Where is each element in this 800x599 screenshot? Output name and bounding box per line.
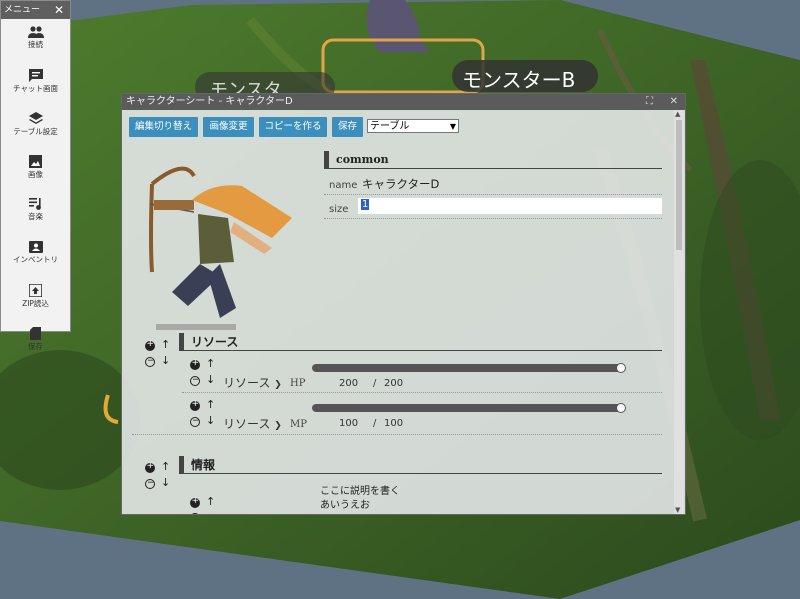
resource-current[interactable]: 200 <box>339 378 358 389</box>
menu-item-label: 保存 <box>28 342 43 351</box>
resource-type-label: リソース <box>223 417 271 431</box>
zip-upload-icon <box>29 284 42 297</box>
mp-slider-knob[interactable] <box>616 403 626 413</box>
resource-separator: / <box>373 378 377 389</box>
resource-type-select[interactable]: リソース ❯ <box>223 374 282 391</box>
move-up-icon[interactable]: ↑ <box>206 398 215 411</box>
move-up-icon[interactable]: ↑ <box>206 357 215 370</box>
menu-item-image[interactable]: 画像 <box>1 155 70 191</box>
section-heading-common: common <box>324 151 662 169</box>
section-heading-resources: リソース <box>179 333 662 351</box>
dialog-title: キャラクターシート - キャラクターD <box>126 96 293 107</box>
side-menu: メニュー ✕ 接続 チャット画面 テーブル設定 画像 音楽 インベントリ ZIP… <box>0 0 71 351</box>
token-label-monster: モンスターB <box>462 68 576 92</box>
menu-item-music[interactable]: 音楽 <box>1 198 70 234</box>
menu-item-zip-load[interactable]: ZIP読込 <box>1 284 70 320</box>
info-line-1[interactable]: ここに説明を書く <box>320 482 400 497</box>
size-input[interactable]: 1 <box>358 198 662 214</box>
menu-item-chat[interactable]: チャット画面 <box>1 69 70 105</box>
move-up-icon[interactable]: ↑ <box>161 460 170 473</box>
chat-icon <box>28 69 43 82</box>
size-label: size <box>329 204 349 215</box>
inventory-icon <box>28 241 43 253</box>
maximize-icon[interactable]: ⛶ <box>646 94 653 110</box>
scroll-up-icon[interactable]: ▲ <box>675 110 680 118</box>
divider <box>182 392 662 393</box>
close-icon[interactable]: ✕ <box>54 1 64 19</box>
move-down-icon[interactable]: ↓ <box>161 354 170 367</box>
remove-row-icon[interactable] <box>190 375 200 386</box>
dialog-titlebar[interactable]: キャラクターシート - キャラクターD ⛶ ✕ <box>122 94 685 110</box>
mp-slider[interactable] <box>312 404 622 412</box>
name-value[interactable]: キャラクターD <box>362 176 439 192</box>
hp-slider-knob[interactable] <box>616 363 626 373</box>
menu-item-label: 画像 <box>28 170 43 179</box>
menu-item-label: テーブル設定 <box>13 127 58 136</box>
move-down-icon[interactable]: ↓ <box>161 476 170 489</box>
scrollbar[interactable]: ▲ ▼ <box>674 110 684 514</box>
add-row-icon[interactable] <box>190 399 200 411</box>
remove-row-icon[interactable] <box>190 416 200 427</box>
remove-section-icon[interactable] <box>145 478 155 489</box>
hp-slider[interactable] <box>312 364 622 372</box>
chevron-down-icon: ❯ <box>274 421 282 431</box>
size-value: 1 <box>361 199 370 210</box>
save-icon <box>30 327 41 340</box>
menu-title: メニュー <box>4 5 41 15</box>
menu-item-label: 接続 <box>28 40 43 49</box>
menu-item-table-settings[interactable]: テーブル設定 <box>1 112 70 148</box>
resource-current[interactable]: 100 <box>339 418 358 429</box>
add-row-icon[interactable] <box>190 358 200 370</box>
menu-item-label: チャット画面 <box>13 84 58 93</box>
table-select[interactable]: テーブル ▼ <box>367 119 459 133</box>
remove-section-icon[interactable] <box>145 356 155 367</box>
image-icon <box>29 155 42 168</box>
menu-item-inventory[interactable]: インベントリ <box>1 241 70 277</box>
resource-type-select[interactable]: リソース ❯ <box>223 415 282 432</box>
resource-max[interactable]: 200 <box>384 378 403 389</box>
menu-item-connect[interactable]: 接続 <box>1 26 70 62</box>
menu-item-label: 音楽 <box>28 212 43 221</box>
add-section-icon[interactable] <box>145 461 155 473</box>
section-heading-info: 情報 <box>179 456 662 474</box>
music-icon <box>28 198 41 210</box>
menu-item-label: ZIP読込 <box>22 299 49 308</box>
divider <box>132 434 662 435</box>
name-label: name <box>329 180 358 191</box>
layers-icon <box>28 112 43 124</box>
add-row-icon[interactable] <box>190 496 200 508</box>
divider <box>324 194 662 195</box>
menu-header[interactable]: メニュー ✕ <box>1 1 70 19</box>
people-icon <box>27 26 44 38</box>
info-line-2[interactable]: あいうえお <box>320 496 370 511</box>
move-up-icon[interactable]: ↑ <box>161 338 170 351</box>
chevron-down-icon: ❯ <box>274 380 282 390</box>
resource-type-label: リソース <box>223 376 271 390</box>
scroll-down-icon[interactable]: ▼ <box>675 506 680 514</box>
resource-key: HP <box>290 378 306 389</box>
scrollbar-thumb[interactable] <box>676 120 682 250</box>
remove-row-icon[interactable] <box>190 512 200 514</box>
menu-item-save[interactable]: 保存 <box>1 327 70 363</box>
chevron-down-icon: ▼ <box>449 122 456 131</box>
character-portrait[interactable] <box>132 152 302 342</box>
table-select-value: テーブル <box>370 121 410 132</box>
move-down-icon[interactable]: ↓ <box>206 373 215 386</box>
character-sheet-dialog: キャラクターシート - キャラクターD ⛶ ✕ 編集切り替え 画像変更 コピーを… <box>121 93 686 515</box>
move-up-icon[interactable]: ↑ <box>206 495 215 508</box>
resource-max[interactable]: 100 <box>384 418 403 429</box>
add-section-icon[interactable] <box>145 339 155 351</box>
make-copy-button[interactable]: コピーを作る <box>259 117 327 137</box>
move-down-icon[interactable]: ↓ <box>206 414 215 427</box>
save-button[interactable]: 保存 <box>332 117 363 137</box>
change-image-button[interactable]: 画像変更 <box>203 117 254 137</box>
menu-item-label: インベントリ <box>13 255 58 264</box>
divider <box>324 218 662 219</box>
resource-separator: / <box>373 418 377 429</box>
toggle-edit-button[interactable]: 編集切り替え <box>129 117 198 137</box>
close-icon[interactable]: ✕ <box>670 94 678 110</box>
resource-key: MP <box>290 419 307 430</box>
